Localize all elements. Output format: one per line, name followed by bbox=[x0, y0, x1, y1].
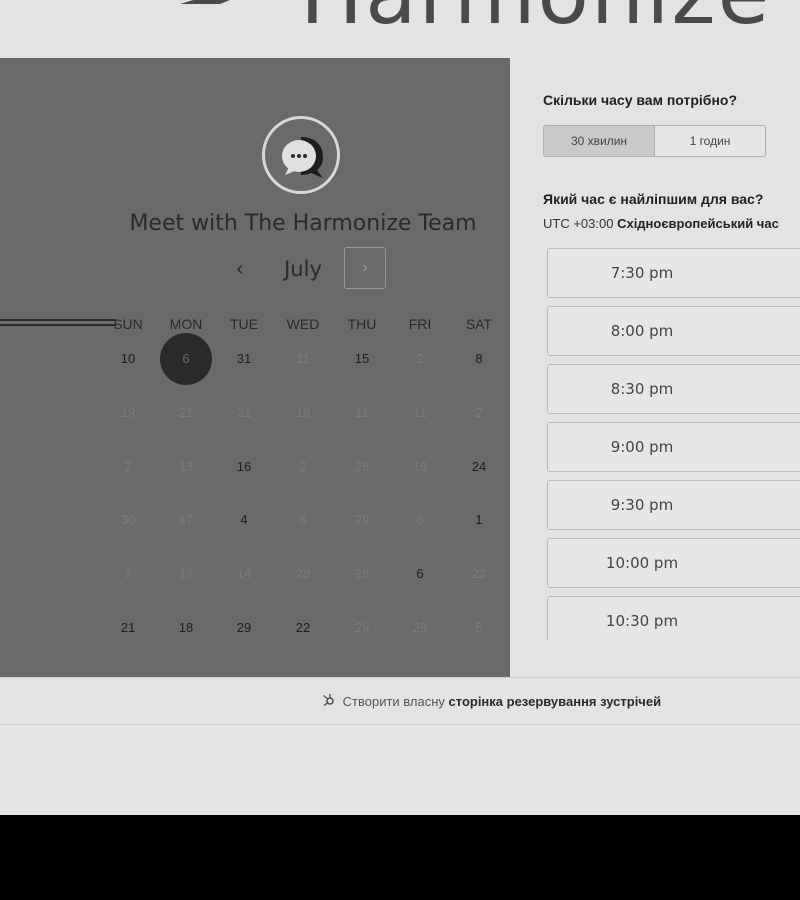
calendar-day: 2 bbox=[124, 459, 132, 474]
calendar-day: 13 bbox=[178, 459, 194, 474]
calendar-day: 11 bbox=[355, 405, 369, 420]
calendar-day[interactable]: 18 bbox=[161, 616, 211, 640]
time-slot[interactable]: 10:30 pm bbox=[547, 596, 800, 640]
calendar-day: 14 bbox=[236, 566, 252, 581]
calendar-day: 6 bbox=[416, 512, 424, 527]
calendar-day: 28 bbox=[354, 459, 370, 474]
calendar-day: 2 bbox=[299, 459, 307, 474]
calendar-day[interactable]: 6 bbox=[395, 562, 445, 586]
calendar-day: 28 bbox=[354, 566, 370, 581]
time-selection-panel: Скільки часу вам потрібно? 30 хвилин 1 г… bbox=[510, 58, 800, 677]
footer-prefix-text: Створити власну bbox=[342, 694, 445, 709]
calendar-day: 18 bbox=[295, 405, 311, 420]
calendar-day: 22 bbox=[471, 566, 487, 581]
calendar-day[interactable]: 1 bbox=[454, 508, 504, 532]
calendar-day[interactable]: 8 bbox=[454, 347, 504, 371]
brand-logo-text: Harmonize bbox=[300, 0, 771, 36]
timezone-name: Східноєвропейський час bbox=[617, 216, 779, 231]
weekday-header: SAT bbox=[465, 316, 493, 332]
calendar-day: 17 bbox=[178, 566, 194, 581]
previous-month-button[interactable]: ‹ bbox=[230, 256, 250, 282]
time-slot[interactable]: 7:30 pm bbox=[547, 248, 800, 298]
create-booking-page-link[interactable]: Створити власну сторінка резервування зу… bbox=[322, 693, 661, 709]
weekday-header: SUN bbox=[113, 316, 143, 332]
weekday-header: MON bbox=[169, 316, 203, 332]
weekday-header: TUE bbox=[230, 316, 258, 332]
calendar-day[interactable]: 21 bbox=[103, 616, 153, 640]
calendar-day: 2 bbox=[416, 351, 424, 366]
calendar-day: 5 bbox=[475, 620, 483, 635]
time-question: Який час є найліпшим для вас? bbox=[543, 191, 764, 207]
chat-bubble-icon bbox=[282, 137, 323, 178]
next-month-button[interactable]: › bbox=[344, 247, 386, 289]
timezone-offset: UTC +03:00 bbox=[543, 216, 614, 231]
calendar-day: 28 bbox=[295, 566, 311, 581]
calendar-day: 29 bbox=[354, 620, 370, 635]
duration-question: Скільки часу вам потрібно? bbox=[543, 92, 738, 108]
calendar-day[interactable]: 22 bbox=[278, 616, 328, 640]
divider-line bbox=[0, 319, 116, 321]
calendar-day[interactable]: 24 bbox=[454, 455, 504, 479]
weekday-header: WED bbox=[286, 316, 320, 332]
time-slot[interactable]: 9:30 pm bbox=[547, 480, 800, 530]
calendar-day: 28 bbox=[412, 620, 428, 635]
divider-line bbox=[0, 324, 116, 326]
footer-link-text: сторінка резервування зустрічей bbox=[448, 694, 662, 709]
team-avatar bbox=[262, 116, 340, 194]
timezone-selector[interactable]: UTC +03:00 Східноєвропейський час bbox=[543, 216, 779, 231]
calendar-day: 11 bbox=[296, 351, 310, 366]
calendar-day: 7 bbox=[124, 566, 132, 581]
calendar-day: 21 bbox=[178, 405, 194, 420]
selected-day[interactable]: 6 bbox=[160, 333, 212, 385]
footer-bar: Створити власну сторінка резервування зу… bbox=[0, 677, 800, 725]
duration-selector: 30 хвилин 1 годин bbox=[543, 125, 766, 157]
weekday-header: FRI bbox=[408, 316, 432, 332]
harmonize-logo-icon bbox=[180, 0, 230, 4]
time-slot[interactable]: 8:00 pm bbox=[547, 306, 800, 356]
calendar-day[interactable]: 29 bbox=[219, 616, 269, 640]
calendar-day[interactable]: 4 bbox=[219, 508, 269, 532]
calendar-day: 29 bbox=[354, 512, 370, 527]
time-slot[interactable]: 10:00 pm bbox=[547, 538, 800, 588]
calendar-day: 19 bbox=[120, 405, 136, 420]
calendar-day: 17 bbox=[178, 512, 194, 527]
calendar-day: 18 bbox=[412, 459, 428, 474]
time-slot[interactable]: 8:30 pm bbox=[547, 364, 800, 414]
booking-page: Harmonize Meet with The Harmonize Team ‹… bbox=[0, 0, 800, 815]
hubspot-sprocket-icon bbox=[323, 694, 334, 706]
weekday-header: THU bbox=[347, 316, 377, 332]
duration-option-30min[interactable]: 30 хвилин bbox=[544, 126, 655, 156]
calendar-day[interactable]: 16 bbox=[219, 455, 269, 479]
duration-option-1hour[interactable]: 1 годин bbox=[655, 126, 765, 156]
calendar-day: 6 bbox=[299, 512, 307, 527]
calendar-day[interactable]: 10 bbox=[103, 347, 153, 371]
calendar-day: 2 bbox=[475, 405, 483, 420]
calendar-day: 31 bbox=[236, 405, 252, 420]
current-month-label: July bbox=[284, 257, 322, 281]
calendar-day: 11 bbox=[413, 405, 427, 420]
calendar-day[interactable]: 31 bbox=[219, 347, 269, 371]
time-slot-list: 7:30 pm 8:00 pm 8:30 pm 9:00 pm 9:30 pm … bbox=[547, 248, 800, 640]
time-slot[interactable]: 9:00 pm bbox=[547, 422, 800, 472]
calendar-day[interactable]: 15 bbox=[337, 347, 387, 371]
calendar-day: 30 bbox=[120, 512, 136, 527]
